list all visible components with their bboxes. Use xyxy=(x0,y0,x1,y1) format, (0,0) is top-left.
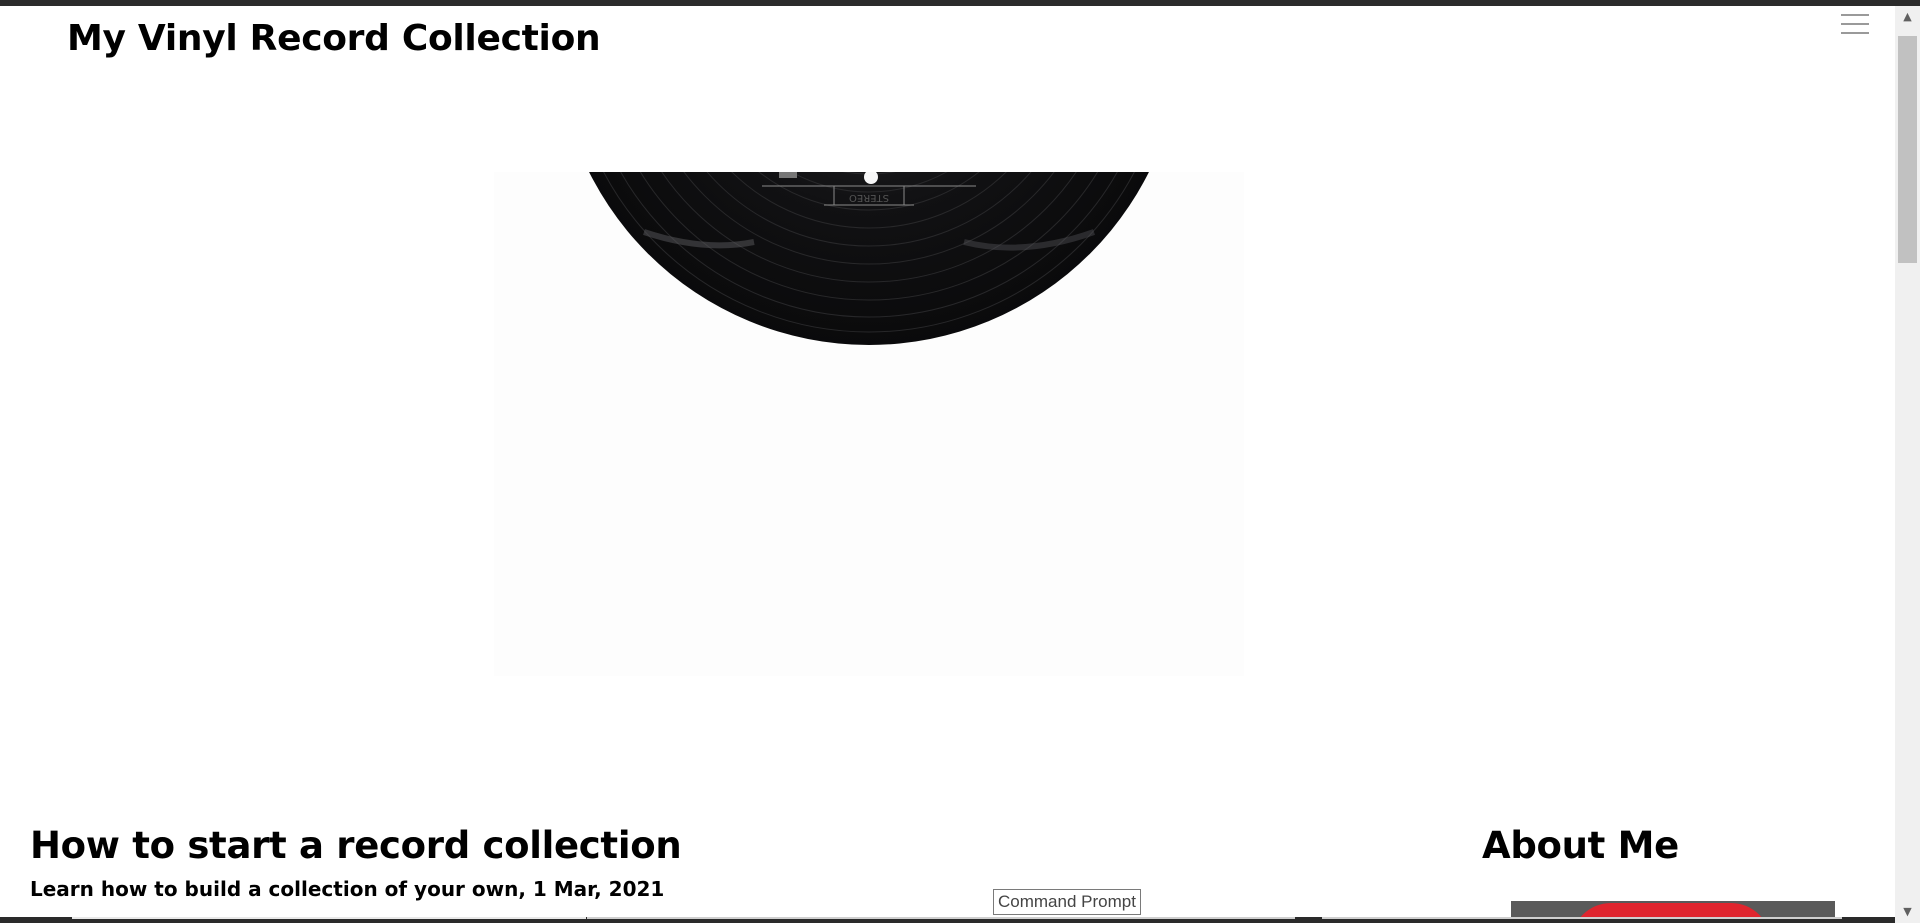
scrollbar-thumb[interactable] xyxy=(1898,36,1917,263)
post-title[interactable]: How to start a record collection xyxy=(30,824,682,867)
vinyl-record-image: STEREO xyxy=(589,172,1149,345)
taskbar-edge xyxy=(0,917,1895,923)
post-subtitle: Learn how to build a collection of your … xyxy=(30,877,665,901)
scroll-up-icon[interactable]: ▲ xyxy=(1895,6,1920,28)
hamburger-menu-icon[interactable] xyxy=(1841,12,1871,38)
taskbar-segment xyxy=(1322,917,1842,919)
hero-image: STEREO xyxy=(494,172,1244,676)
command-prompt-tooltip: Command Prompt xyxy=(993,889,1141,915)
taskbar-segment xyxy=(587,917,1295,919)
vertical-scrollbar[interactable]: ▲ ▼ xyxy=(1895,6,1920,923)
taskbar-segment xyxy=(72,917,586,919)
about-title: About Me xyxy=(1482,824,1679,867)
scroll-down-icon[interactable]: ▼ xyxy=(1895,901,1920,923)
web-page: My Vinyl Record Collection STEREO How to… xyxy=(0,6,1895,923)
site-title: My Vinyl Record Collection xyxy=(67,18,601,59)
record-label-text: STEREO xyxy=(849,192,889,203)
